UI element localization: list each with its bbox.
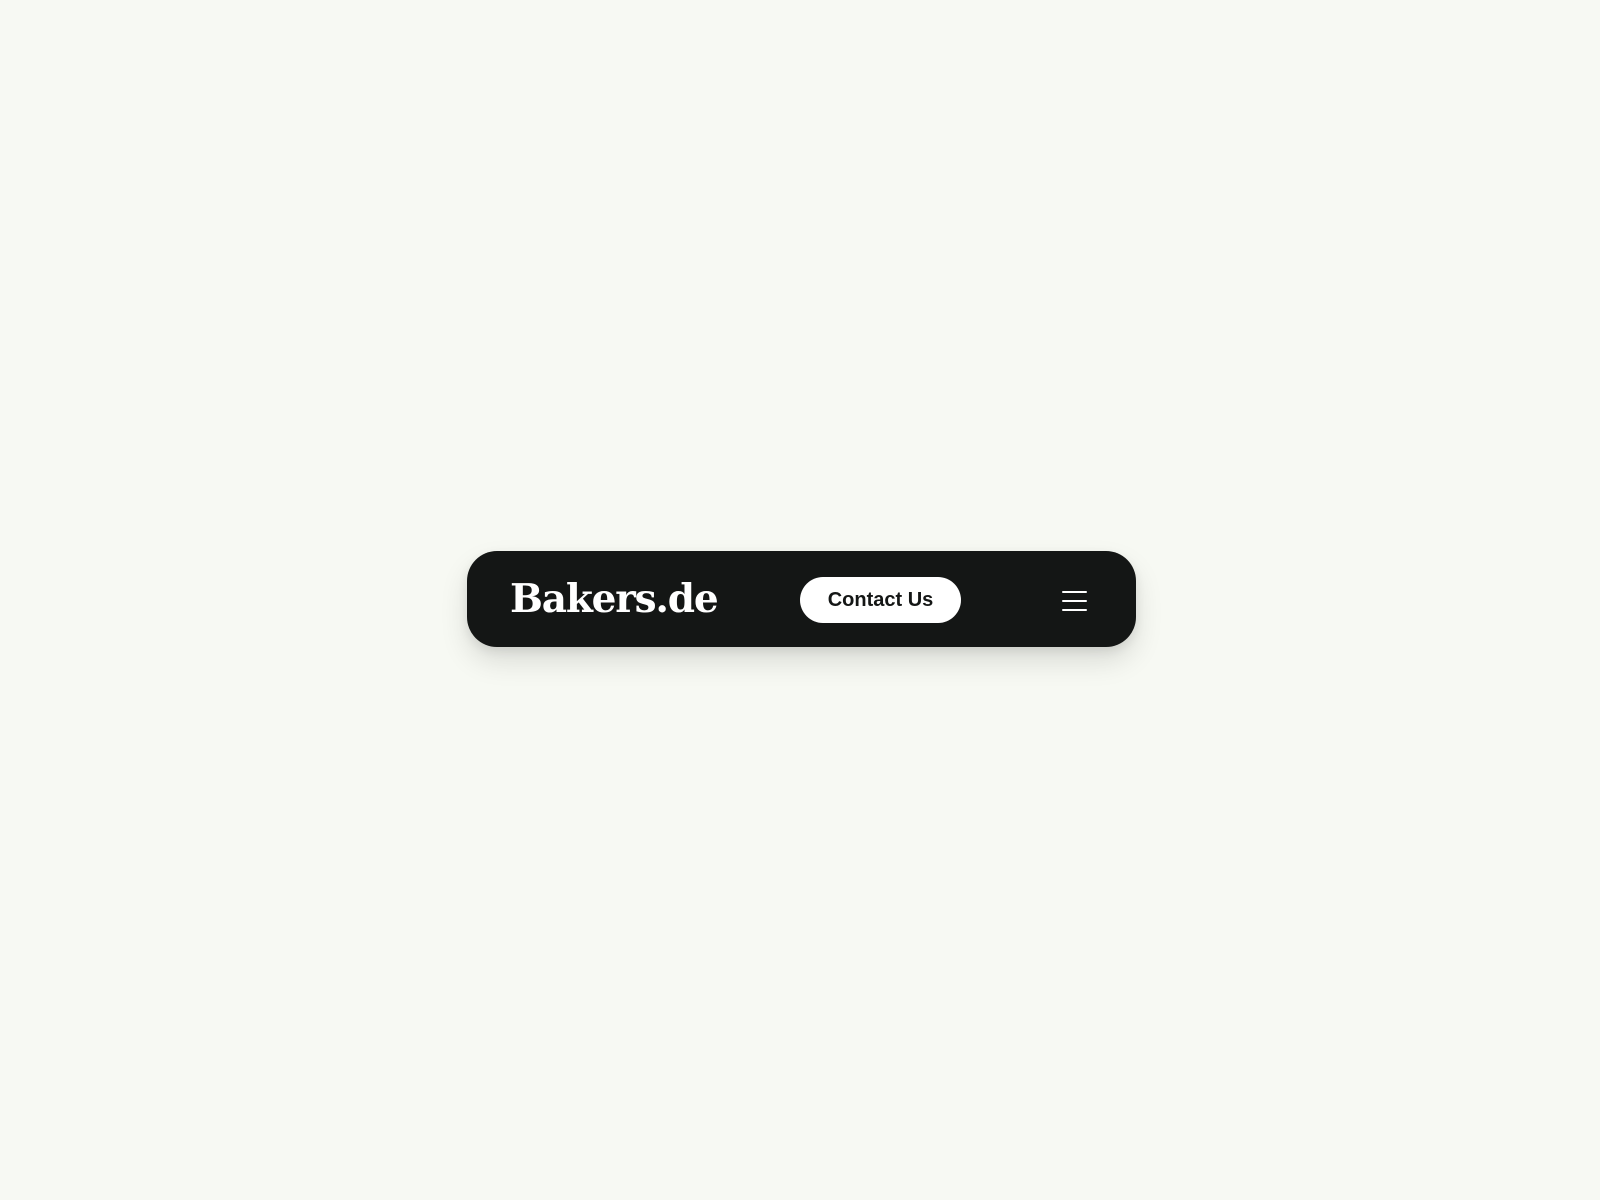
top-navigation-bar: Bakers.de Contact Us — [467, 551, 1136, 647]
hamburger-menu-icon — [1061, 591, 1087, 612]
menu-button[interactable] — [1058, 583, 1090, 615]
contact-us-button[interactable]: Contact Us — [800, 577, 961, 623]
menu-icon-line-bottom — [1061, 609, 1087, 611]
menu-icon-line-top — [1061, 591, 1087, 593]
site-logo[interactable]: Bakers.de — [510, 569, 719, 629]
menu-icon-line-middle — [1061, 600, 1087, 602]
